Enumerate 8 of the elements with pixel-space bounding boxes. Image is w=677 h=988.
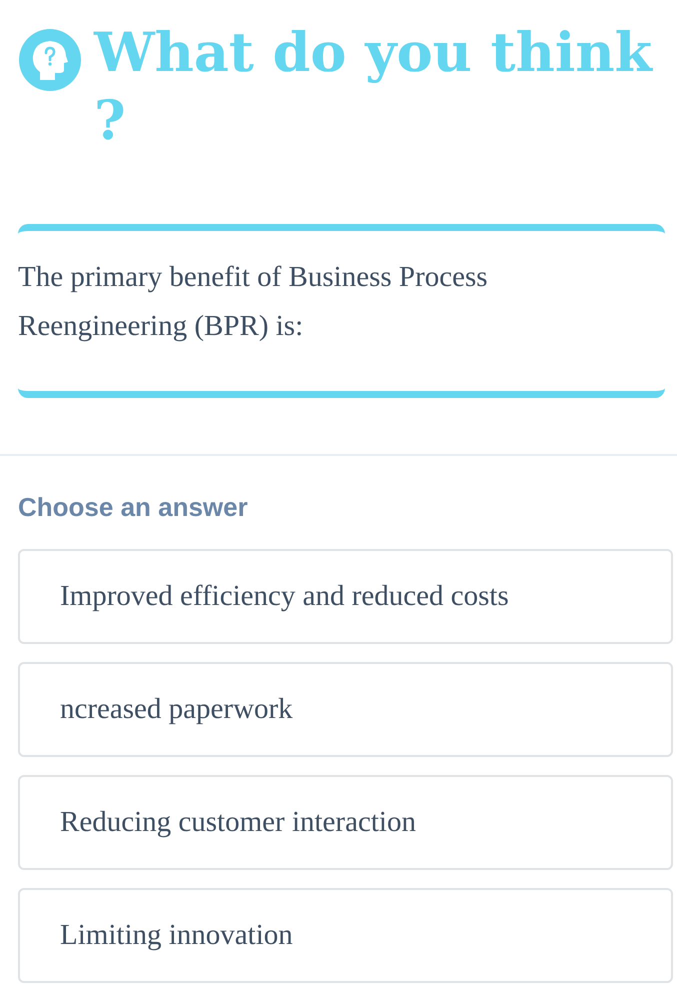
answer-option[interactable]: Limiting innovation [18, 888, 673, 983]
answer-option[interactable]: ncreased paperwork [18, 662, 673, 757]
answer-option[interactable]: Improved efficiency and reduced costs [18, 549, 673, 644]
question-text: The primary benefit of Business Process Reengineering (BPR) is: [18, 260, 489, 344]
head-question-icon [18, 28, 82, 92]
page-title: What do you think ? [94, 19, 654, 154]
choose-label: Choose an answer [18, 492, 249, 523]
answer-option[interactable]: Reducing customer interaction [18, 775, 673, 870]
